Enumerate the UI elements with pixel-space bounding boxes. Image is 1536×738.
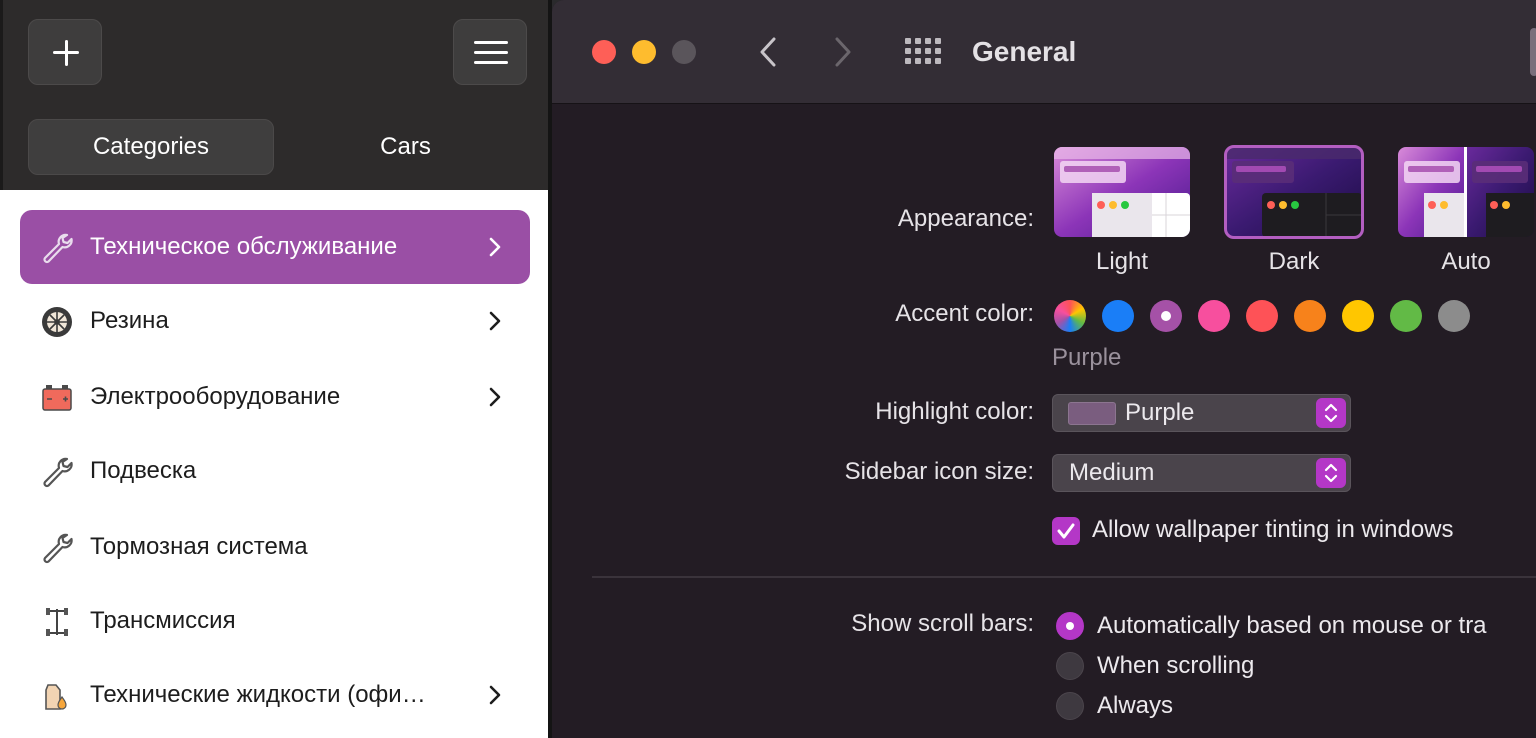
popup-arrows-icon	[1316, 398, 1346, 428]
accent-red-swatch[interactable]	[1246, 300, 1278, 332]
chevron-right-icon	[489, 237, 501, 257]
minimize-window-button[interactable]	[632, 40, 656, 64]
appearance-dark-label: Dark	[1268, 248, 1320, 275]
category-label: Подвеска	[90, 457, 197, 484]
general-preferences-window: General Appearance: Light Dark Auto Acce…	[552, 0, 1536, 738]
section-divider	[592, 576, 1536, 578]
transmission-icon	[46, 608, 68, 636]
category-label: Трансмиссия	[90, 607, 236, 634]
show-scroll-bars-label: Show scroll bars:	[851, 610, 1034, 637]
scroll-bars-automatic-label: Automatically based on mouse or tra	[1097, 612, 1487, 639]
wallpaper-tinting-checkbox[interactable]	[1052, 517, 1080, 545]
highlight-color-popup[interactable]: Purple	[1052, 394, 1351, 432]
accent-yellow-swatch[interactable]	[1342, 300, 1374, 332]
zoom-window-button[interactable]	[672, 40, 696, 64]
category-item-transmission[interactable]: Трансмиссия	[20, 584, 530, 658]
accent-blue-swatch[interactable]	[1102, 300, 1134, 332]
wrench-icon	[43, 533, 73, 564]
scroll-bars-when-scrolling-radio[interactable]	[1056, 652, 1084, 680]
wrench-icon	[43, 457, 73, 488]
accent-graphite-swatch[interactable]	[1438, 300, 1470, 332]
highlight-value: Purple	[1125, 399, 1195, 426]
light-appearance-preview	[1054, 147, 1190, 237]
category-item-electrical[interactable]: Электрооборудование	[20, 360, 530, 434]
search-field-edge[interactable]	[1530, 28, 1536, 76]
scroll-bars-always-radio[interactable]	[1056, 692, 1084, 720]
show-all-grid-icon[interactable]	[905, 38, 943, 66]
category-item-tires[interactable]: Резина	[20, 284, 530, 358]
accent-pink-swatch[interactable]	[1198, 300, 1230, 332]
close-window-button[interactable]	[592, 40, 616, 64]
category-label: Технические жидкости (офи…	[90, 681, 426, 708]
auto-appearance-preview	[1398, 147, 1534, 237]
wallpaper-tinting-label: Allow wallpaper tinting in windows	[1092, 516, 1454, 543]
back-button[interactable]	[757, 36, 779, 68]
appearance-light-label: Light	[1095, 248, 1149, 275]
popup-arrows-icon	[1316, 458, 1346, 488]
sidebar-icon-size-popup[interactable]: Medium	[1052, 454, 1351, 492]
chevron-right-icon	[489, 387, 501, 407]
highlight-color-label: Highlight color:	[875, 398, 1034, 425]
fluids-icon	[45, 684, 67, 710]
accent-purple-swatch[interactable]	[1150, 300, 1182, 332]
add-button[interactable]	[28, 19, 102, 85]
category-item-suspension[interactable]: Подвеска	[20, 434, 530, 508]
wrench-icon	[43, 233, 73, 264]
accent-multicolor-swatch[interactable]	[1054, 300, 1086, 332]
accent-green-swatch[interactable]	[1390, 300, 1422, 332]
window-title: General	[972, 36, 1077, 67]
category-item-fluids[interactable]: Технические жидкости (офи…	[20, 658, 530, 732]
sidebar-icon-size-label: Sidebar icon size:	[844, 458, 1034, 485]
selected-dot-icon	[1161, 311, 1171, 321]
category-label: Тормозная система	[90, 533, 308, 560]
category-item-maintenance[interactable]: Техническое обслуживание	[20, 210, 530, 284]
accent-selected-name: Purple	[1052, 344, 1122, 371]
scroll-bars-when-scrolling-label: When scrolling	[1097, 652, 1255, 679]
sidebar-icon-size-value: Medium	[1069, 459, 1155, 486]
forward-button[interactable]	[832, 36, 854, 68]
categories-app: Categories Cars Техническое обслуживание…	[0, 0, 550, 738]
appearance-selection-ring	[1224, 145, 1364, 239]
category-label: Резина	[90, 307, 169, 334]
appearance-auto-option[interactable]	[1398, 147, 1534, 237]
accent-orange-swatch[interactable]	[1294, 300, 1326, 332]
window-toolbar: General	[552, 0, 1536, 104]
category-label: Электрооборудование	[90, 383, 341, 410]
chevron-right-icon	[489, 311, 501, 331]
tab-cars[interactable]: Cars	[278, 119, 533, 175]
accent-color-label: Accent color:	[895, 300, 1034, 327]
tire-icon	[42, 307, 72, 337]
category-item-brakes[interactable]: Тормозная система	[20, 510, 530, 584]
checkmark-icon	[1057, 523, 1075, 539]
menu-button[interactable]	[453, 19, 527, 85]
category-label: Техническое обслуживание	[90, 233, 398, 260]
appearance-light-option[interactable]	[1054, 147, 1190, 237]
appearance-auto-label: Auto	[1441, 248, 1491, 275]
scroll-bars-always-label: Always	[1097, 692, 1174, 719]
scroll-bars-automatic-radio[interactable]	[1056, 612, 1084, 640]
highlight-swatch	[1068, 402, 1116, 425]
battery-icon	[42, 385, 72, 411]
chevron-right-icon	[489, 685, 501, 705]
appearance-label: Appearance:	[897, 205, 1034, 232]
tab-categories[interactable]: Categories	[28, 119, 274, 175]
app-header: Categories Cars	[0, 0, 548, 190]
